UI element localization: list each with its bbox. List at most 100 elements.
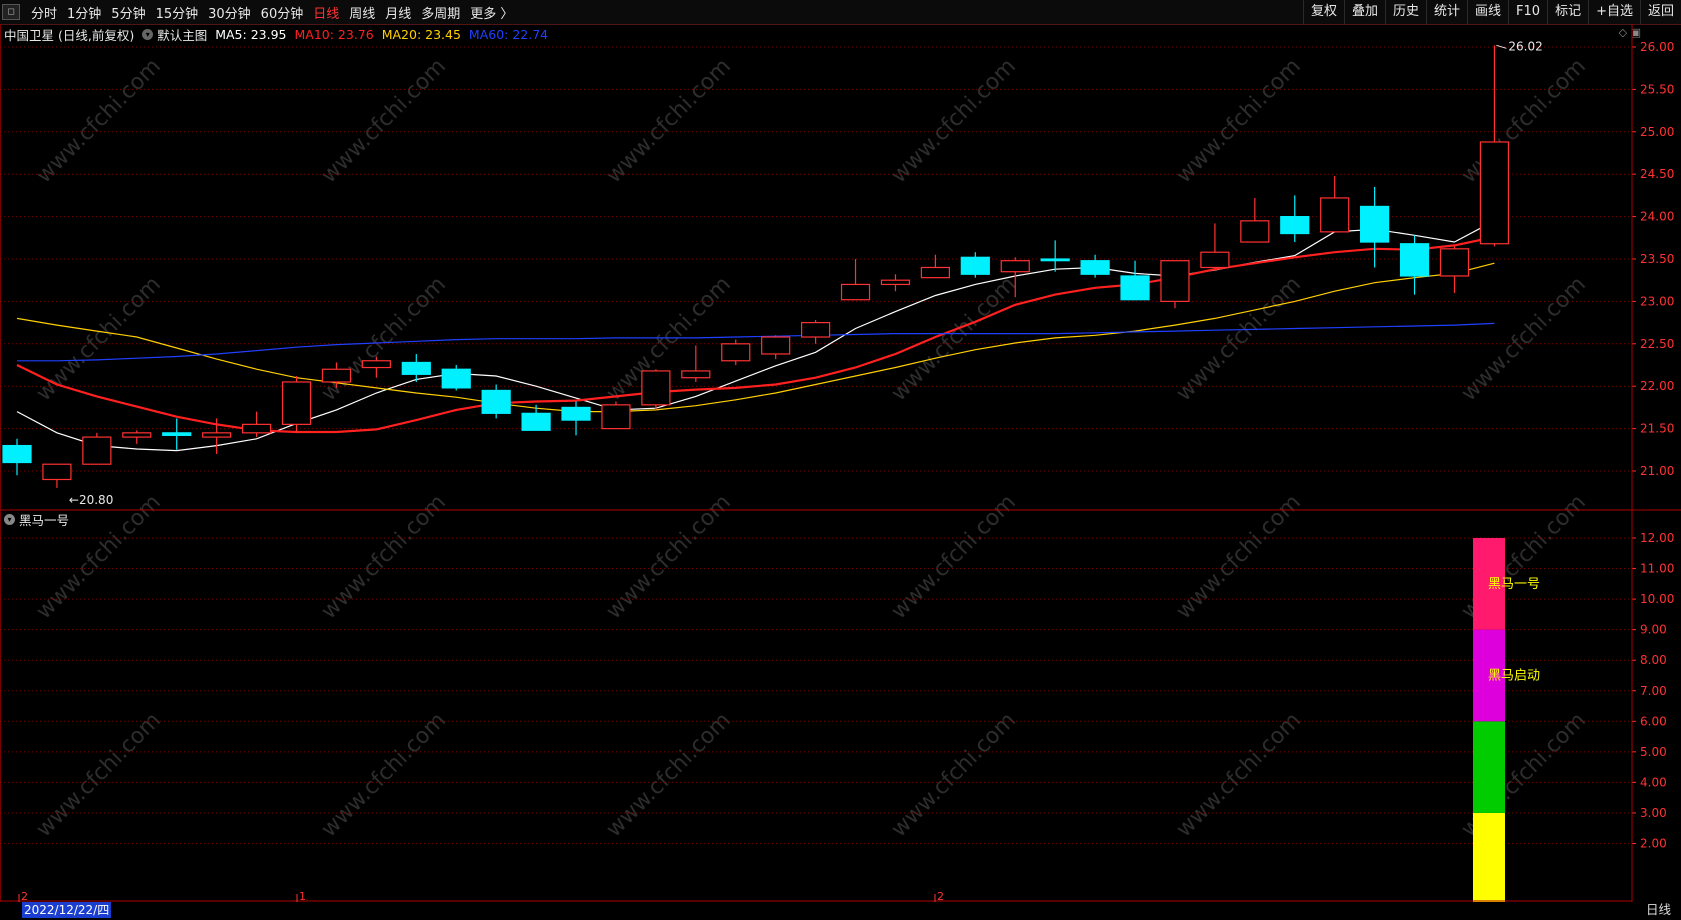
ma-line-ma5 bbox=[16, 220, 1495, 452]
candle-body bbox=[241, 423, 272, 434]
period-tab[interactable]: 分时 bbox=[26, 3, 62, 22]
candle bbox=[202, 418, 232, 455]
watermark-text: www.cfchi.com bbox=[1172, 272, 1306, 406]
ma-line-ma20 bbox=[16, 262, 1495, 413]
candle bbox=[1240, 197, 1270, 243]
period-tab[interactable]: 1分钟 bbox=[62, 3, 106, 22]
high-price-label: 26.02 bbox=[1508, 39, 1542, 53]
period-tab[interactable]: 15分钟 bbox=[151, 3, 204, 22]
time-axis-marker: 2 bbox=[21, 890, 28, 902]
axis-tick-label: 4.00 bbox=[1640, 775, 1667, 789]
axis-tick-label: 12.00 bbox=[1640, 531, 1674, 545]
candle-body bbox=[401, 361, 431, 375]
period-tab[interactable]: 更多 〉 bbox=[465, 3, 518, 22]
candle-body bbox=[761, 336, 791, 355]
candle bbox=[1320, 175, 1350, 233]
candle bbox=[1200, 223, 1230, 269]
candle-body bbox=[1320, 197, 1350, 233]
candle-body bbox=[521, 412, 551, 431]
sub-settings-icon[interactable]: ▾ bbox=[4, 513, 15, 525]
axis-tick-label: 24.00 bbox=[1640, 210, 1674, 224]
candle bbox=[960, 252, 990, 278]
time-axis-marker: 1 bbox=[299, 890, 306, 902]
period-tab[interactable]: 多周期 bbox=[416, 3, 465, 22]
axis-tick-label: 25.50 bbox=[1640, 82, 1674, 96]
toolbar-button[interactable]: 历史 bbox=[1384, 0, 1426, 24]
toolbar-button[interactable]: 返回 bbox=[1639, 0, 1681, 24]
axis-tick-label: 23.50 bbox=[1640, 252, 1674, 266]
period-tab[interactable]: 60分钟 bbox=[256, 3, 309, 22]
candle bbox=[1399, 235, 1430, 295]
candle-body bbox=[1439, 248, 1470, 277]
candle-body bbox=[721, 343, 751, 362]
toolbar-button[interactable]: F10 bbox=[1508, 0, 1547, 24]
candle-body bbox=[1000, 260, 1030, 273]
watermark-text: www.cfchi.com bbox=[317, 708, 451, 842]
candle-body bbox=[82, 436, 112, 465]
window-restore-icon[interactable]: ◻ bbox=[2, 4, 20, 20]
toolbar-button[interactable]: 统计 bbox=[1426, 0, 1467, 24]
candle-body bbox=[481, 389, 511, 414]
candle-body bbox=[2, 444, 32, 464]
watermark-text: www.cfchi.com bbox=[602, 708, 736, 842]
toolbar-button[interactable]: 复权 bbox=[1302, 0, 1344, 24]
candle bbox=[880, 274, 911, 292]
axis-tick-label: 22.50 bbox=[1640, 337, 1674, 351]
sub-chart-title: ▾ 黑马一号 bbox=[4, 510, 69, 529]
candle bbox=[601, 401, 631, 430]
period-tab[interactable]: 30分钟 bbox=[203, 3, 256, 22]
ma-line-ma10 bbox=[16, 235, 1495, 434]
candle bbox=[241, 411, 272, 438]
sub-indicator-name[interactable]: 黑马一号 bbox=[19, 510, 69, 529]
candle bbox=[82, 432, 112, 465]
candle-body bbox=[1360, 205, 1390, 243]
candle-body bbox=[281, 381, 312, 425]
period-tab[interactable]: 月线 bbox=[380, 3, 416, 22]
candle-body bbox=[1280, 216, 1310, 235]
toolbar-right-buttons: 复权 叠加 历史 统计 画线 F10 标记 +自选 返回 bbox=[1302, 0, 1681, 24]
axis-tick-label: 8.00 bbox=[1640, 653, 1667, 667]
cursor-date-label: 2022/12/22/四 bbox=[22, 902, 112, 918]
candle bbox=[920, 254, 950, 279]
toolbar-button[interactable]: +自选 bbox=[1588, 0, 1640, 24]
axis-tick-label: 23.00 bbox=[1640, 294, 1674, 308]
top-toolbar: ◻ 分时 1分钟 5分钟 15分钟 30分钟 60分钟 日线 周线 月线 多周期 更多 〉 复权 叠加… bbox=[0, 0, 1681, 25]
chart-frame: 2 1 2 bbox=[0, 24, 1681, 902]
candle bbox=[681, 345, 711, 382]
axis-tick-label: 24.50 bbox=[1640, 167, 1674, 181]
candle bbox=[42, 463, 72, 488]
candle bbox=[1040, 240, 1070, 272]
watermark-text: www.cfchi.com bbox=[1172, 708, 1306, 842]
axis-tick-label: 21.50 bbox=[1640, 422, 1674, 436]
candle-body bbox=[1200, 251, 1230, 269]
main-price-axis: 26.00 25.50 25.00 24.50 24.00 23.50 23.00 22.50… bbox=[1632, 40, 1674, 478]
candle bbox=[840, 259, 871, 301]
candle bbox=[1439, 246, 1470, 293]
candle bbox=[441, 365, 471, 391]
period-tab[interactable]: 5分钟 bbox=[106, 3, 150, 22]
candle-body bbox=[1240, 220, 1270, 243]
axis-tick-label: 21.00 bbox=[1640, 464, 1674, 478]
axis-tick-label: 10.00 bbox=[1640, 592, 1674, 606]
axis-tick-label: 7.00 bbox=[1640, 684, 1667, 698]
ma-line-ma60 bbox=[17, 322, 1495, 362]
candle bbox=[1160, 260, 1190, 309]
candle-body bbox=[162, 432, 192, 436]
period-tab[interactable]: 周线 bbox=[344, 3, 380, 22]
period-tab[interactable]: 日线 bbox=[308, 3, 344, 22]
toolbar-button[interactable]: 标记 bbox=[1547, 0, 1588, 24]
candle-body bbox=[1080, 260, 1110, 275]
axis-tick-label: 3.00 bbox=[1640, 806, 1667, 820]
watermark-text: www.cfchi.com bbox=[887, 54, 1021, 188]
candlestick-series bbox=[2, 45, 1510, 488]
candle-body bbox=[1160, 260, 1190, 302]
candle-body bbox=[561, 406, 591, 421]
moving-average-lines bbox=[16, 220, 1495, 452]
axis-tick-label: 9.00 bbox=[1640, 623, 1667, 637]
toolbar-button[interactable]: 叠加 bbox=[1343, 0, 1385, 24]
chart-area[interactable]: www.cfchi.com www.cfchi.com www.cfchi.com w… bbox=[0, 24, 1681, 902]
toolbar-button[interactable]: 画线 bbox=[1467, 0, 1508, 24]
watermark-layer: www.cfchi.com www.cfchi.com www.cfchi.com w… bbox=[32, 54, 1591, 842]
watermark-text: www.cfchi.com bbox=[317, 54, 451, 188]
bar-segment bbox=[1473, 721, 1505, 813]
